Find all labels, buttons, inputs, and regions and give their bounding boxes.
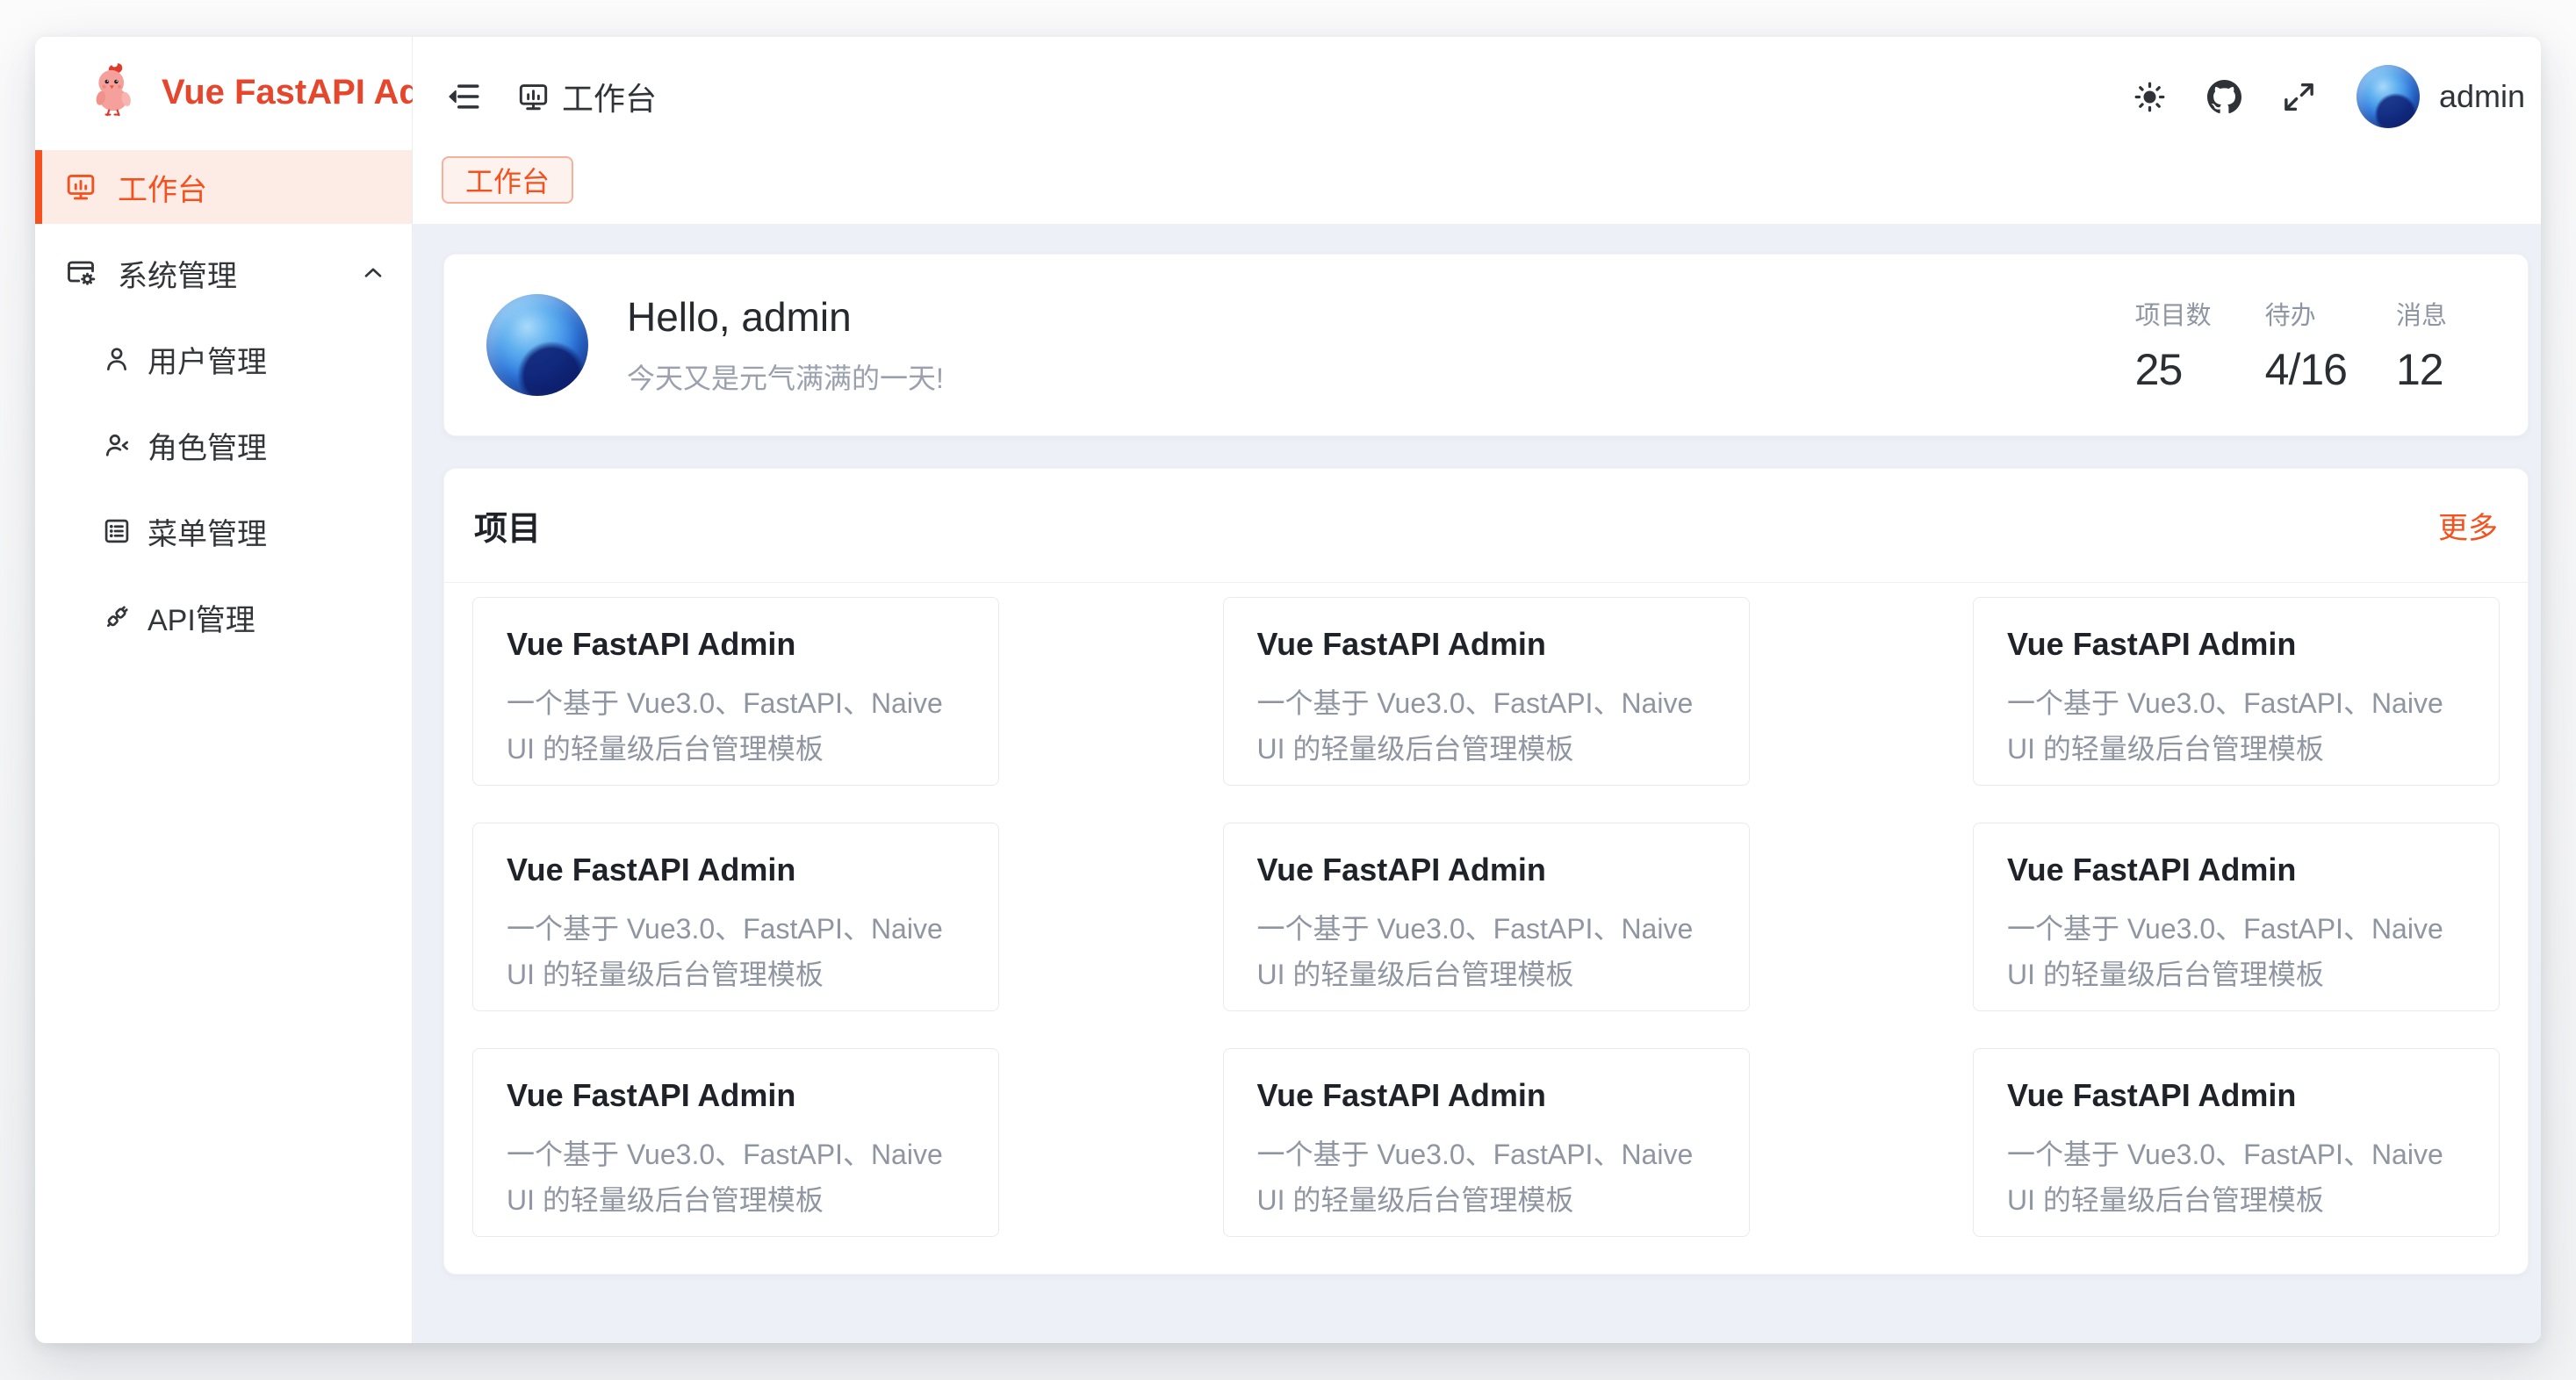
topbar-actions: admin [2092, 65, 2525, 128]
welcome-card: Hello, admin 今天又是元气满满的一天! 项目数 25 待办 4/16… [443, 254, 2529, 436]
project-card-title: Vue FastAPI Admin [1257, 1077, 1716, 1114]
fullscreen-icon [2282, 80, 2316, 114]
stat-value: 12 [2396, 344, 2477, 395]
project-card[interactable]: Vue FastAPI Admin 一个基于 Vue3.0、FastAPI、Na… [1973, 597, 2500, 786]
greeting-text: Hello, admin [627, 293, 944, 341]
project-card-title: Vue FastAPI Admin [507, 1077, 965, 1114]
project-card[interactable]: Vue FastAPI Admin 一个基于 Vue3.0、FastAPI、Na… [1223, 823, 1750, 1011]
project-card-title: Vue FastAPI Admin [1257, 852, 1716, 888]
stats-row: 项目数 25 待办 4/16 消息 12 [2086, 295, 2477, 395]
sidebar-item-roles[interactable]: 角色管理 [35, 408, 412, 482]
sidebar-menu: 工作台 系统管理 [35, 148, 412, 654]
breadcrumb[interactable]: 工作台 [517, 74, 657, 119]
fullscreen-button[interactable] [2282, 80, 2316, 114]
project-card-title: Vue FastAPI Admin [507, 852, 965, 888]
project-card-description: 一个基于 Vue3.0、FastAPI、Naive UI 的轻量级后台管理模板 [507, 906, 965, 997]
project-card[interactable]: Vue FastAPI Admin 一个基于 Vue3.0、FastAPI、Na… [1973, 823, 2500, 1011]
sidebar-item-label: 用户管理 [148, 338, 267, 381]
tags-bar: 工作台 [413, 156, 2541, 224]
project-card-title: Vue FastAPI Admin [1257, 626, 1716, 663]
project-card[interactable]: Vue FastAPI Admin 一个基于 Vue3.0、FastAPI、Na… [1223, 1048, 1750, 1237]
project-card[interactable]: Vue FastAPI Admin 一个基于 Vue3.0、FastAPI、Na… [472, 1048, 999, 1237]
project-card-title: Vue FastAPI Admin [507, 626, 965, 663]
project-card-title: Vue FastAPI Admin [2007, 1077, 2465, 1114]
chevron-up-icon[interactable] [359, 259, 387, 287]
sidebar-item-label: API管理 [148, 596, 255, 639]
github-button[interactable] [2207, 80, 2241, 114]
sidebar-item-label: 菜单管理 [148, 510, 267, 553]
project-card-description: 一个基于 Vue3.0、FastAPI、Naive UI 的轻量级后台管理模板 [2007, 680, 2465, 772]
stat-value: 4/16 [2265, 344, 2347, 395]
project-card[interactable]: Vue FastAPI Admin 一个基于 Vue3.0、FastAPI、Na… [472, 823, 999, 1011]
topbar: 工作台 [413, 37, 2541, 156]
user-icon [102, 344, 132, 374]
workbench-icon [517, 81, 550, 113]
sidebar-item-workbench[interactable]: 工作台 [35, 150, 412, 224]
sidebar-item-users[interactable]: 用户管理 [35, 322, 412, 396]
project-card-description: 一个基于 Vue3.0、FastAPI、Naive UI 的轻量级后台管理模板 [2007, 1132, 2465, 1223]
projects-section: 项目 更多 Vue FastAPI Admin 一个基于 Vue3.0、Fast… [443, 468, 2529, 1275]
welcome-avatar [486, 294, 588, 396]
username-label[interactable]: admin [2439, 78, 2525, 115]
chick-logo-icon [86, 62, 139, 123]
project-card[interactable]: Vue FastAPI Admin 一个基于 Vue3.0、FastAPI、Na… [1973, 1048, 2500, 1237]
app-window: Vue FastAPI Admin 工作台 [35, 37, 2541, 1343]
sidebar-item-system[interactable]: 系统管理 [35, 236, 412, 310]
sun-icon [2133, 80, 2167, 114]
api-plug-icon [102, 602, 132, 632]
breadcrumb-label: 工作台 [562, 74, 657, 119]
workbench-icon [65, 171, 97, 203]
project-card[interactable]: Vue FastAPI Admin 一个基于 Vue3.0、FastAPI、Na… [1223, 597, 1750, 786]
sidebar-collapse-icon[interactable] [445, 78, 482, 115]
content-area: Hello, admin 今天又是元气满满的一天! 项目数 25 待办 4/16… [413, 224, 2541, 1343]
user-avatar[interactable] [2357, 65, 2420, 128]
projects-grid: Vue FastAPI Admin 一个基于 Vue3.0、FastAPI、Na… [444, 583, 2528, 1237]
welcome-texts: Hello, admin 今天又是元气满满的一天! [627, 293, 944, 397]
stat-value: 25 [2135, 344, 2216, 395]
sidebar: Vue FastAPI Admin 工作台 [35, 37, 413, 1343]
sidebar-item-label: 系统管理 [118, 252, 237, 295]
more-link[interactable]: 更多 [2438, 504, 2498, 547]
project-card[interactable]: Vue FastAPI Admin 一个基于 Vue3.0、FastAPI、Na… [472, 597, 999, 786]
project-card-description: 一个基于 Vue3.0、FastAPI、Naive UI 的轻量级后台管理模板 [1257, 906, 1716, 997]
project-card-description: 一个基于 Vue3.0、FastAPI、Naive UI 的轻量级后台管理模板 [2007, 906, 2465, 997]
project-card-title: Vue FastAPI Admin [2007, 852, 2465, 888]
projects-header: 项目 更多 [444, 469, 2528, 583]
sidebar-item-api[interactable]: API管理 [35, 580, 412, 654]
greeting-subtitle: 今天又是元气满满的一天! [627, 356, 944, 397]
project-card-description: 一个基于 Vue3.0、FastAPI、Naive UI 的轻量级后台管理模板 [1257, 1132, 1716, 1223]
project-card-description: 一个基于 Vue3.0、FastAPI、Naive UI 的轻量级后台管理模板 [507, 1132, 965, 1223]
stat-label: 项目数 [2135, 295, 2216, 332]
projects-title: 项目 [474, 501, 541, 550]
project-card-description: 一个基于 Vue3.0、FastAPI、Naive UI 的轻量级后台管理模板 [507, 680, 965, 772]
sidebar-item-menus[interactable]: 菜单管理 [35, 494, 412, 568]
main-area: 工作台 [413, 37, 2541, 1343]
stat-label: 消息 [2396, 295, 2477, 332]
stat-messages: 消息 12 [2396, 295, 2477, 395]
sidebar-item-label: 角色管理 [148, 424, 267, 467]
theme-toggle-button[interactable] [2133, 80, 2167, 114]
role-icon [102, 430, 132, 460]
stat-projects: 项目数 25 [2135, 295, 2216, 395]
github-icon [2207, 80, 2241, 114]
system-settings-icon [65, 257, 97, 289]
project-card-description: 一个基于 Vue3.0、FastAPI、Naive UI 的轻量级后台管理模板 [1257, 680, 1716, 772]
stat-todo: 待办 4/16 [2265, 295, 2347, 395]
menu-list-icon [102, 516, 132, 546]
stat-label: 待办 [2265, 295, 2347, 332]
sidebar-item-label: 工作台 [118, 166, 207, 209]
app-logo[interactable]: Vue FastAPI Admin [35, 37, 412, 148]
tag-workbench[interactable]: 工作台 [442, 156, 573, 204]
project-card-title: Vue FastAPI Admin [2007, 626, 2465, 663]
